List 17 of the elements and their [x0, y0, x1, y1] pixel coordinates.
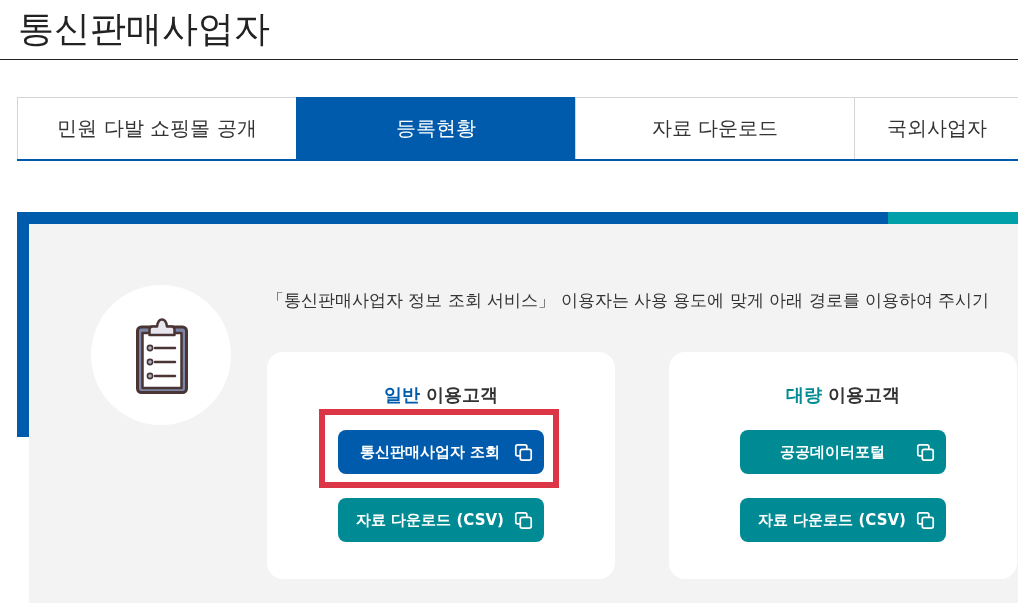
action-button[interactable]: 통신판매사업자 조회 [338, 430, 544, 474]
card-title: 일반 이용고객 [383, 383, 499, 407]
action-button[interactable]: 자료 다운로드 (CSV) [740, 498, 946, 542]
card-title: 대량 이용고객 [785, 383, 901, 407]
copy-icon [514, 510, 533, 530]
copy-icon [916, 442, 935, 462]
tab[interactable]: 등록현황 [296, 97, 575, 159]
notice-text: 「통신판매사업자 정보 조회 서비스」 이용자는 사용 용도에 맞게 아래 경로를 이용하여 주시기 [267, 289, 991, 312]
copy-icon [514, 442, 533, 462]
clipboard-icon [91, 285, 231, 425]
tab[interactable]: 자료 다운로드 [575, 97, 854, 159]
action-button[interactable]: 공공데이터포털 [740, 430, 946, 474]
copy-icon [916, 510, 935, 530]
tab[interactable]: 국외사업자 [854, 97, 1018, 159]
action-button[interactable]: 자료 다운로드 (CSV) [338, 498, 544, 542]
page-title: 통신판매사업자 [18, 7, 271, 51]
tab[interactable]: 민원 다발 쇼핑몰 공개 [17, 97, 296, 159]
